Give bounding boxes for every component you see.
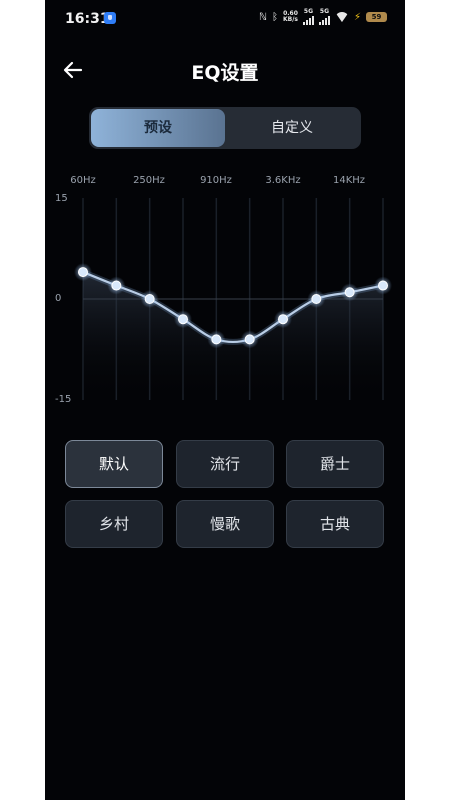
net-speed: 0.60 KB/s	[283, 11, 298, 23]
eq-band-point[interactable]	[111, 280, 122, 291]
tab-preset[interactable]: 预设	[91, 109, 225, 147]
preset-pop-button[interactable]: 流行	[176, 440, 274, 488]
preset-jazz-button[interactable]: 爵士	[286, 440, 384, 488]
eq-band-point[interactable]	[378, 280, 388, 291]
net-speed-unit: KB/s	[282, 16, 298, 23]
status-bar: 16:31 ℕ ᛒ 0.60 KB/s 5G 5G ⚡ 59	[45, 0, 405, 36]
shield-icon	[104, 12, 116, 24]
eq-band-point[interactable]	[311, 294, 322, 304]
eq-band-point[interactable]	[78, 267, 88, 278]
eq-settings-screen: 16:31 ℕ ᛒ 0.60 KB/s 5G 5G ⚡ 59 EQ设置 预设 自…	[45, 0, 405, 800]
freq-label: 60Hz	[70, 175, 96, 186]
eq-band-point[interactable]	[211, 334, 222, 345]
preset-slow-button[interactable]: 慢歌	[176, 500, 274, 548]
battery-icon: 59	[366, 12, 387, 22]
signal-icon	[302, 15, 314, 25]
tab-custom[interactable]: 自定义	[225, 109, 359, 147]
charging-bolt-icon: ⚡	[353, 11, 361, 23]
preset-classical-button[interactable]: 古典	[286, 500, 384, 548]
eq-band-point[interactable]	[178, 314, 188, 325]
eq-band-point[interactable]	[344, 287, 355, 298]
mode-tabs: 预设 自定义	[89, 107, 361, 149]
page-title: EQ设置	[191, 62, 259, 84]
eq-curve-chart[interactable]	[45, 190, 405, 410]
sim1-label: 5G	[303, 8, 314, 15]
sim2-label: 5G	[319, 8, 330, 15]
wifi-icon	[335, 12, 349, 22]
freq-label: 910Hz	[200, 175, 232, 186]
freq-label: 3.6KHz	[265, 175, 301, 186]
preset-default-button[interactable]: 默认	[65, 440, 163, 488]
eq-band-point[interactable]	[278, 314, 288, 325]
eq-band-point[interactable]	[244, 334, 255, 345]
status-time: 16:31	[65, 11, 110, 27]
preset-country-button[interactable]: 乡村	[65, 500, 163, 548]
sim2-signal: 5G	[318, 8, 330, 25]
signal-icon	[318, 15, 330, 25]
sim1-signal: 5G	[302, 8, 314, 25]
freq-label: 14KHz	[332, 175, 366, 186]
freq-label: 250Hz	[133, 175, 165, 186]
bluetooth-icon: ᛒ	[271, 11, 278, 23]
nfc-icon: ℕ	[258, 11, 267, 23]
eq-band-point[interactable]	[144, 294, 155, 304]
